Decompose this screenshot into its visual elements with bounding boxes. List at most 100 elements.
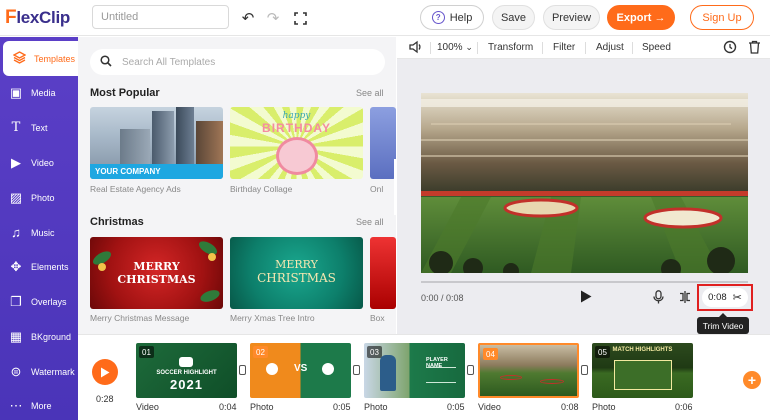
logo-text: lexClip	[16, 8, 70, 27]
sidebar-item-watermark[interactable]: ⊜ Watermark	[0, 354, 78, 389]
template-caption: Merry Christmas Message	[90, 313, 190, 323]
template-caption: Onl	[370, 184, 384, 194]
sidebar-item-label: Text	[31, 122, 48, 133]
clip-duration: 0:04	[219, 402, 237, 412]
speed-button[interactable]: Speed	[642, 42, 671, 53]
background-icon: ▦	[9, 328, 23, 344]
adjust-button[interactable]: Adjust	[596, 42, 624, 53]
trim-video-highlight[interactable]: 0:08 ✂	[697, 284, 753, 311]
flexclip-logo[interactable]: FlexClip	[5, 7, 70, 29]
preview-button[interactable]: Preview	[543, 5, 600, 30]
section-title-christmas: Christmas	[90, 216, 144, 228]
sidebar-item-label: Video	[31, 157, 54, 168]
split-icon[interactable]	[679, 290, 691, 307]
see-all-link[interactable]: See all	[356, 217, 384, 227]
sidebar-item-label: BKground	[31, 331, 72, 342]
thumbnail-text: MERRY	[133, 260, 180, 273]
template-caption: Box	[370, 313, 385, 323]
playback-progress-bar[interactable]	[421, 281, 748, 283]
sidebar-item-text[interactable]: T Text	[0, 110, 78, 145]
clock-icon[interactable]	[723, 40, 737, 57]
template-thumbnail-partial[interactable]	[370, 107, 396, 179]
template-thumbnail-merry-christmas[interactable]: MERRY CHRISTMAS	[90, 237, 223, 309]
template-thumbnail-partial[interactable]	[370, 237, 396, 309]
sidebar-item-label: More	[31, 400, 52, 411]
sidebar-item-more[interactable]: ⋯ More	[0, 388, 78, 420]
zoom-select[interactable]: 100% ⌄	[437, 42, 473, 53]
undo-icon[interactable]: ↶	[238, 8, 258, 28]
clip-number: 02	[253, 346, 268, 358]
scissors-icon: ✂	[732, 292, 742, 304]
timeline-clip-5[interactable]: 05 MATCH HIGHLIGHTS	[592, 343, 693, 398]
text-icon: T	[11, 120, 21, 135]
play-icon[interactable]	[580, 290, 592, 306]
trim-video-tooltip: Trim Video	[697, 313, 749, 334]
sidebar-item-video[interactable]: ▶ Video	[0, 145, 78, 180]
watermark-icon: ⊜	[10, 363, 22, 379]
timeline-play-button[interactable]	[92, 359, 118, 385]
help-button[interactable]: ? Help	[420, 5, 484, 30]
sidebar-item-music[interactable]: ♫ Music	[0, 215, 78, 250]
transition-handle[interactable]	[353, 365, 360, 375]
thumbnail-banner: YOUR COMPANY	[90, 164, 223, 179]
plus-icon: +	[747, 372, 757, 388]
redo-icon[interactable]: ↷	[263, 8, 283, 28]
photo-frame	[276, 137, 318, 175]
transition-handle[interactable]	[467, 365, 474, 375]
template-search[interactable]	[90, 49, 385, 75]
photo-icon: ▨	[9, 189, 23, 205]
microphone-icon[interactable]	[653, 290, 664, 307]
clip-number: 03	[367, 346, 382, 358]
timeline-total-duration: 0:28	[96, 394, 114, 404]
logo-mark: F	[5, 7, 17, 28]
sidebar-item-label: Music	[31, 227, 55, 238]
template-caption: Real Estate Agency Ads	[90, 184, 181, 194]
sidebar-item-templates[interactable]: Templates	[3, 41, 78, 76]
trash-icon[interactable]	[748, 40, 761, 57]
timeline-clip-1[interactable]: 01 SOCCER HIGHLIGHT 2021	[136, 343, 237, 398]
sidebar-item-label: Elements	[31, 261, 69, 272]
export-button[interactable]: Export →	[607, 5, 675, 30]
see-all-link[interactable]: See all	[356, 88, 384, 98]
timeline-clip-2[interactable]: 02 VS	[250, 343, 351, 398]
transition-handle[interactable]	[239, 365, 246, 375]
project-title-input[interactable]	[92, 5, 229, 29]
video-icon: ▶	[11, 154, 21, 170]
search-input[interactable]	[122, 56, 362, 68]
save-button[interactable]: Save	[492, 5, 535, 30]
template-thumbnail-real-estate[interactable]: YOUR COMPANY	[90, 107, 223, 179]
sidebar-item-elements[interactable]: ✥ Elements	[0, 249, 78, 284]
template-thumbnail-xmas-tree[interactable]: MERRY CHRISTMAS	[230, 237, 363, 309]
sidebar-item-bkground[interactable]: ▦ BKground	[0, 319, 78, 354]
trim-duration: 0:08	[708, 292, 727, 303]
sidebar-item-label: Media	[31, 87, 56, 98]
sidebar-item-overlays[interactable]: ❐ Overlays	[0, 284, 78, 319]
clip-title: SOCCER HIGHLIGHT	[156, 370, 217, 376]
timeline-clip-3[interactable]: 03 PLAYER NAME	[364, 343, 465, 398]
thumbnail-text: CHRISTMAS	[257, 271, 336, 285]
timeline-clip-4[interactable]: 04	[478, 343, 579, 398]
volume-icon[interactable]	[409, 40, 423, 57]
top-bar: FlexClip ↶ ↷ ? Help Save Preview Export …	[0, 0, 770, 36]
clip-title: MATCH HIGHLIGHTS	[612, 347, 673, 353]
trim-video-button[interactable]: 0:08 ✂	[702, 288, 748, 307]
clip-type: Video	[136, 402, 159, 412]
clip-type: Photo	[250, 402, 274, 412]
thumbnail-text: happy	[282, 111, 311, 121]
video-preview[interactable]	[421, 93, 748, 273]
add-clip-button[interactable]: +	[743, 371, 761, 389]
question-icon: ?	[431, 11, 445, 24]
transition-handle[interactable]	[581, 365, 588, 375]
thumbnail-text: BIRTHDAY	[262, 121, 331, 135]
fullscreen-icon[interactable]	[290, 8, 310, 28]
sign-up-button[interactable]: Sign Up	[690, 5, 754, 30]
sidebar-item-media[interactable]: ▣ Media	[0, 75, 78, 110]
sidebar-item-photo[interactable]: ▨ Photo	[0, 180, 78, 215]
template-thumbnail-birthday[interactable]: happy BIRTHDAY	[230, 107, 363, 179]
clip-type: Video	[478, 402, 501, 412]
transform-button[interactable]: Transform	[488, 42, 533, 53]
left-sidebar: Templates ▣ Media T Text ▶ Video ▨ Photo…	[0, 37, 78, 420]
filter-button[interactable]: Filter	[553, 42, 575, 53]
clip-number: 01	[139, 346, 154, 358]
preview-area: 100% ⌄ Transform Filter Adjust Speed 0:0…	[397, 37, 770, 334]
